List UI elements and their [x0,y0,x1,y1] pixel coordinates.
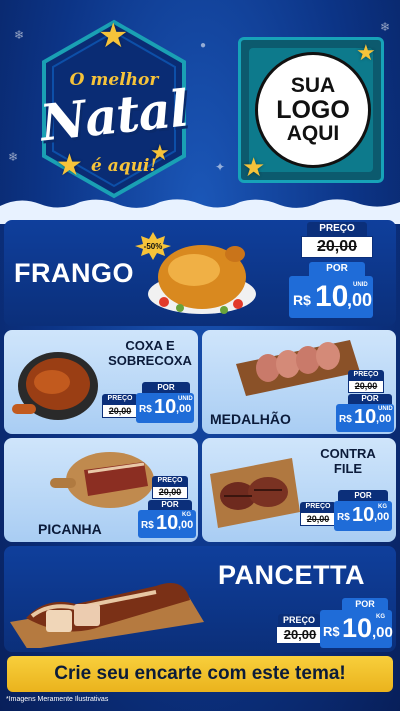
star-icon: ★ [150,140,170,165]
price-dec: ,00 [372,624,393,641]
snowflake-icon: ❄ [8,150,19,164]
price-unit: KG [378,504,387,510]
price-currency: R$ [339,414,352,425]
star-icon: ★ [98,17,129,55]
product-card-medalhao[interactable]: MEDALHÃO PREÇO 20,00 POR R$ 10 ,00 UNID [202,330,396,434]
price-currency: R$ [337,512,350,523]
product-name: PICANHA [38,521,102,537]
logo-text-1: SUA [290,73,336,97]
product-name-line2: SOBRECOXA [108,353,192,368]
old-price: 20,00 [348,380,384,393]
new-price: R$ 10 ,00 UNID [136,393,194,423]
price-box: PREÇO 20,00 POR R$ 10 ,00 UNID [326,370,394,432]
price-dec: ,00 [374,511,390,523]
new-price: R$ 10 ,00 UNID [289,276,373,318]
price-currency: R$ [139,404,152,415]
ornament-icon: ● [200,40,207,51]
price-box: POR PREÇO 20,00 R$ 10 ,00 KG [298,490,394,540]
price-box: PREÇO 20,00 POR R$ 10 ,00 UNID [289,222,391,322]
logo-text-2: LOGO [276,95,350,124]
star-icon: ★ [56,149,83,182]
product-card-coxa[interactable]: COXA E SOBRECOXA POR PREÇO 20,00 R$ 10 ,… [4,330,198,434]
star-icon: ★ [242,152,266,182]
price-label: PREÇO [300,502,336,512]
price-dec: ,00 [178,519,194,531]
snowflake-icon: ❄ [380,20,391,34]
product-name: FRANGO [14,258,134,288]
price-int: 10 [352,504,375,526]
price-currency: R$ [141,520,154,531]
price-label: PREÇO [348,370,384,380]
product-name: CONTRA FILE [306,446,390,476]
price-unit: KG [182,512,191,518]
price-dec: ,00 [176,403,192,415]
new-price: R$ 10 ,00 KG [334,501,392,531]
product-name: PANCETTA [218,560,365,590]
old-price-value: 20,00 [108,406,132,416]
new-price: R$ 10 ,00 UNID [336,404,394,432]
contrafile-board-image [210,458,300,528]
price-label: PREÇO [307,222,367,236]
flyer-page: ❄ ❄ ❄ ✦ ● O melhor Natal é aqui! ★ ★ ★ S… [0,0,400,711]
old-price-value: 20,00 [283,627,317,642]
price-box: PREÇO 20,00 POR R$ 10 ,00 KG [128,476,196,540]
product-name: MEDALHÃO [210,411,291,427]
price-label: PREÇO [102,394,138,404]
price-label: PREÇO [152,476,188,486]
price-int: 10 [354,406,377,428]
old-price: 20,00 [300,512,336,526]
new-price: R$ 10 ,00 KG [138,510,196,538]
product-name-line1: CONTRA [320,446,376,461]
discount-badge: -50% [135,232,171,260]
old-price-value: 20,00 [316,238,358,255]
price-currency: R$ [293,292,311,308]
old-price-value: 20,00 [354,381,378,391]
snowflake-icon: ❄ [14,28,25,42]
old-price: 20,00 [152,486,188,499]
old-price-value: 20,00 [306,514,330,524]
now-label: POR [142,382,190,393]
price-dec: ,00 [347,290,373,310]
product-name-line2: FILE [333,461,363,476]
old-price: 20,00 [301,236,373,258]
now-label: POR [309,262,365,276]
product-card-picanha[interactable]: PICANHA PREÇO 20,00 POR R$ 10 ,00 KG [4,438,198,542]
new-price: R$ 10 ,00 KG [320,610,393,648]
old-price-value: 20,00 [158,487,182,497]
pancetta-board-image [10,583,204,648]
price-unit: UNID [353,282,368,288]
product-card-pancetta[interactable]: PANCETTA POR PREÇO 20,00 R$ 10 ,00 KG [4,546,396,652]
now-label: POR [338,490,388,501]
price-int: 10 [315,280,349,313]
price-box: POR PREÇO 20,00 R$ 10 ,00 UNID [100,382,196,432]
product-name: COXA E SOBRECOXA [102,338,198,368]
price-int: 10 [342,613,373,643]
disclaimer-note: *Imagens Meramente Ilustrativas [6,696,109,703]
product-card-frango[interactable]: FRANGO PREÇO 20,00 POR R$ 10 ,00 UNID [4,220,396,326]
now-label: POR [348,394,392,404]
price-currency: R$ [323,624,340,639]
price-unit: UNID [378,406,393,412]
price-int: 10 [154,396,177,418]
now-label: POR [148,500,192,510]
price-unit: UNID [178,396,193,402]
star-icon: ★ [356,40,376,65]
snowflake-icon: ✦ [215,160,226,174]
logo-circle: SUA LOGO AQUI [255,52,371,168]
chicken-leg-image [12,352,98,420]
product-name-line1: COXA E [125,338,175,353]
cta-banner[interactable]: Crie seu encarte com este tema! [7,656,393,692]
price-box: POR PREÇO 20,00 R$ 10 ,00 KG [272,598,394,650]
logo-text-3: AQUI [286,122,340,146]
now-label: POR [342,598,388,610]
header: ❄ ❄ ❄ ✦ ● O melhor Natal é aqui! ★ ★ ★ S… [0,0,400,215]
price-int: 10 [156,512,179,534]
discount-text: -50% [143,241,163,251]
price-dec: ,00 [376,413,392,425]
product-card-contrafile[interactable]: CONTRA FILE POR PREÇO 20,00 R$ 10 ,00 KG [202,438,396,542]
old-price: 20,00 [102,404,138,418]
price-unit: KG [376,614,385,620]
old-price: 20,00 [276,626,324,644]
price-label: PREÇO [278,614,320,626]
